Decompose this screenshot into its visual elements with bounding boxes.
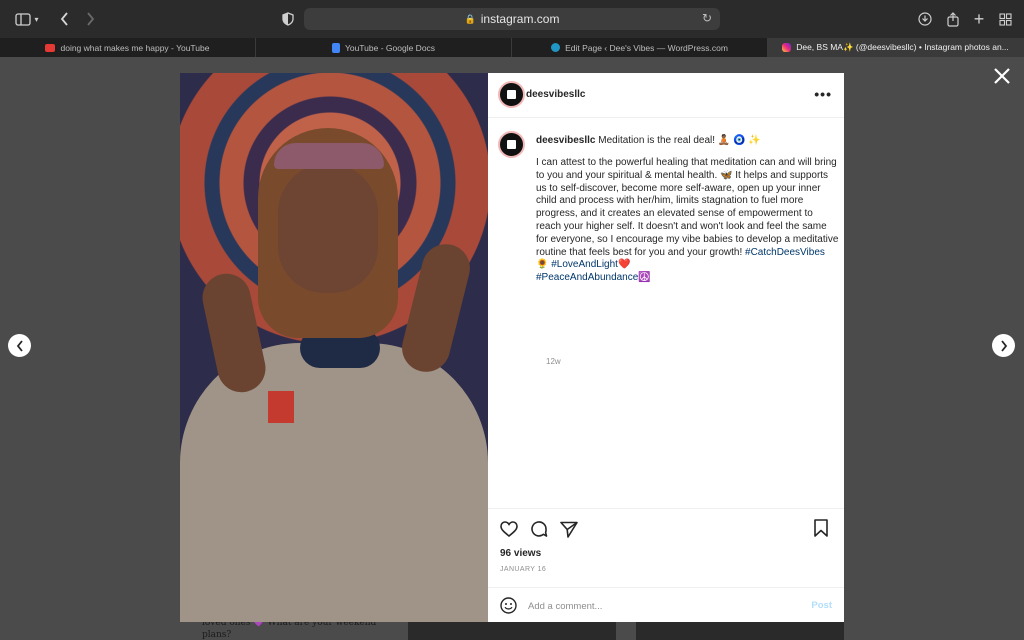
tab-label: doing what makes me happy - YouTube [60, 42, 210, 53]
caption-emoji: ❤️ [617, 259, 631, 271]
person-face [278, 163, 378, 293]
close-icon[interactable] [990, 66, 1014, 90]
tab-instagram[interactable]: Dee, BS MA✨ (@deesvibesllc) • Instagram … [768, 38, 1024, 57]
google-docs-icon [331, 42, 340, 53]
lock-icon: 🔒 [464, 13, 476, 24]
post-details-panel: deesvibesllc ••• deesvibesllc Meditation… [488, 73, 844, 622]
tab-wordpress[interactable]: Edit Page ‹ Dee's Vibes — WordPress.com [512, 38, 768, 57]
more-options-icon[interactable]: ••• [814, 86, 832, 102]
bookmark-icon[interactable] [814, 519, 834, 539]
caption-emoji: ☮️ [638, 272, 651, 284]
next-post-button[interactable] [992, 334, 1015, 357]
caption-username[interactable]: deesvibesllc [536, 135, 595, 146]
post-modal: deesvibesllc ••• deesvibesllc Meditation… [180, 73, 844, 622]
emoji-icon[interactable] [500, 597, 517, 614]
header-username[interactable]: deesvibesllc [526, 89, 585, 100]
chevron-left-icon [16, 339, 23, 352]
like-heart-icon[interactable] [499, 519, 519, 539]
person-headband [274, 143, 384, 169]
wordpress-icon [551, 43, 561, 52]
instagram-icon [782, 43, 792, 52]
comment-input[interactable] [528, 598, 788, 614]
url-text: instagram.com [480, 12, 560, 26]
tab-label: Dee, BS MA✨ (@deesvibesllc) • Instagram … [796, 42, 1009, 52]
hashtag-link[interactable]: #CatchDeesVibes [745, 247, 825, 258]
share-plane-icon[interactable] [559, 519, 579, 539]
post-video[interactable] [180, 73, 488, 622]
tab-overview-icon[interactable] [996, 8, 1014, 30]
address-bar[interactable]: 🔒 instagram.com ↻ [304, 8, 720, 30]
caption-body: I can attest to the powerful healing tha… [536, 157, 840, 285]
post-header: deesvibesllc ••• [488, 73, 844, 118]
hashtag-link[interactable]: #LoveAndLight [551, 259, 618, 270]
background-thumbnail [636, 622, 844, 640]
post-date: JANUARY 16 [500, 566, 547, 573]
sidebar-toggle-icon[interactable]: ▾ [14, 8, 40, 30]
caption-text: I can attest to the powerful healing tha… [536, 157, 842, 258]
browser-toolbar: ▾ 🔒 instagram.com ↻ + [0, 0, 1024, 38]
chevron-right-icon [1000, 339, 1007, 352]
new-tab-icon[interactable]: + [970, 8, 988, 30]
post-time[interactable]: 12w [546, 357, 561, 366]
youtube-icon [45, 43, 56, 52]
caption-first-line: deesvibesllc Meditation is the real deal… [536, 135, 836, 146]
avatar[interactable] [498, 81, 525, 108]
forward-icon[interactable] [82, 8, 98, 30]
back-icon[interactable] [56, 8, 72, 30]
view-count[interactable]: 96 views [500, 548, 541, 559]
tab-youtube[interactable]: doing what makes me happy - YouTube [0, 38, 256, 57]
tab-label: Edit Page ‹ Dee's Vibes — WordPress.com [565, 42, 728, 53]
tab-label: YouTube - Google Docs [344, 42, 436, 53]
post-actions: 96 views JANUARY 16 Post [488, 508, 844, 622]
background-thumbnail [408, 622, 616, 640]
caption-headline: Meditation is the real deal! 🧘🏾 🧿 ✨ [598, 135, 761, 146]
tab-bar: doing what makes me happy - YouTube YouT… [0, 38, 1024, 57]
reload-icon[interactable]: ↻ [702, 11, 712, 25]
previous-post-button[interactable] [8, 334, 31, 357]
comment-icon[interactable] [529, 519, 549, 539]
post-comment-button[interactable]: Post [811, 600, 832, 611]
download-icon[interactable] [916, 8, 934, 30]
caption-avatar[interactable] [498, 131, 525, 158]
privacy-shield-icon[interactable] [280, 8, 296, 30]
tab-google-docs[interactable]: YouTube - Google Docs [256, 38, 512, 57]
comment-bar: Post [488, 587, 844, 623]
share-icon[interactable] [944, 8, 962, 30]
sweater-patch [268, 391, 294, 423]
hashtag-link[interactable]: #PeaceAndAbundance [536, 272, 638, 283]
